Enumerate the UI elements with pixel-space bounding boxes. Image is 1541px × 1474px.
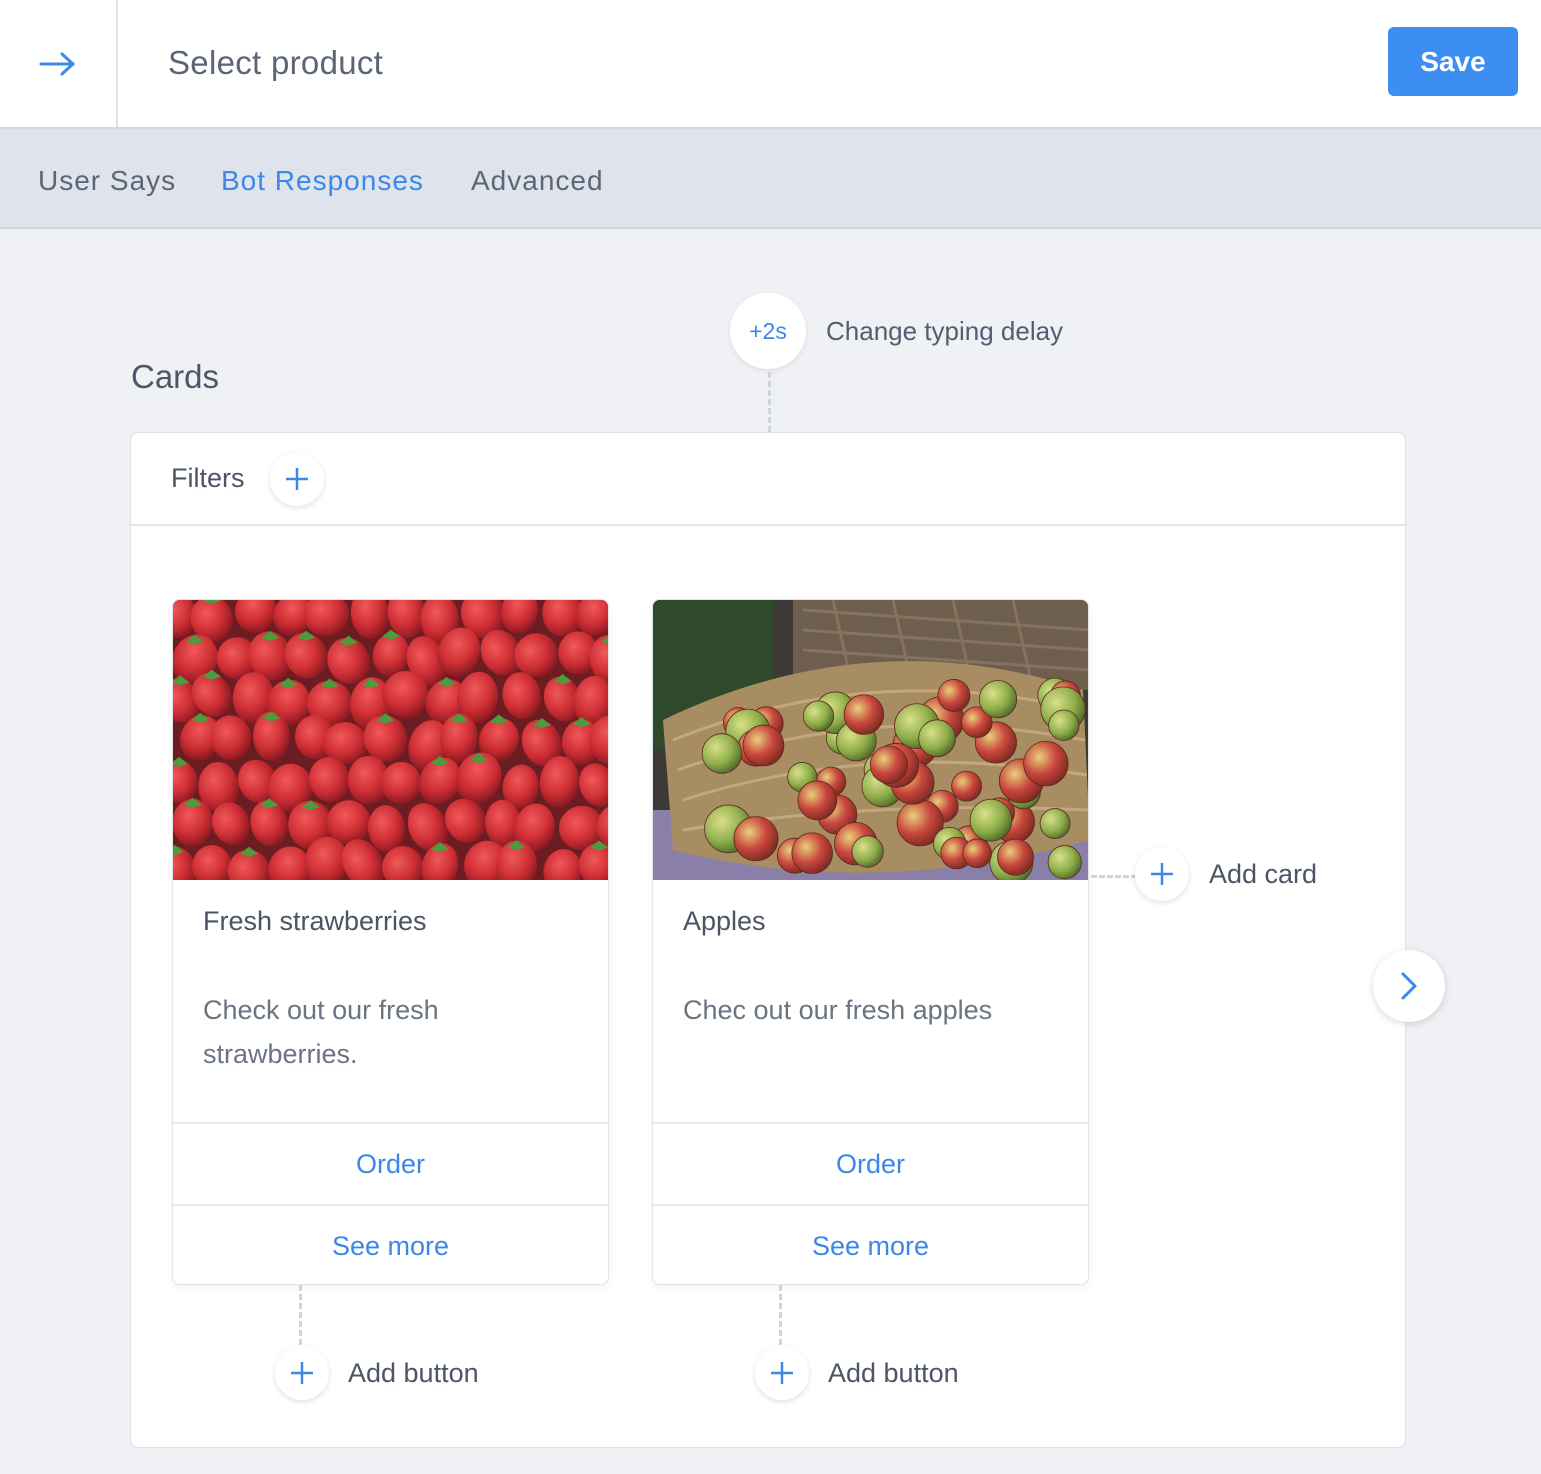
plus-icon: [1151, 863, 1173, 885]
cards-panel: Filters Fresh strawberries Check out our…: [130, 432, 1406, 1448]
chevron-right-icon: [1401, 972, 1417, 1000]
strawberries-image: [173, 600, 608, 880]
connector-line: [299, 1285, 302, 1345]
typing-delay-label[interactable]: Change typing delay: [826, 316, 1063, 347]
tab-user-says[interactable]: User Says: [38, 165, 176, 197]
add-button-label[interactable]: Add button: [348, 1358, 479, 1389]
card-button-order[interactable]: Order: [173, 1122, 608, 1204]
tab-bar: User Says Bot Responses Advanced: [0, 129, 1541, 229]
typing-delay-value: +2s: [749, 317, 787, 344]
add-card-button[interactable]: [1135, 847, 1189, 901]
add-filter-button[interactable]: [270, 452, 324, 506]
card-description[interactable]: Check out our fresh strawberries.: [203, 988, 583, 1076]
page-title: Select product: [168, 44, 384, 81]
filters-bar: Filters: [131, 433, 1405, 526]
connector-line: [779, 1285, 782, 1345]
plus-icon: [771, 1362, 793, 1384]
card-description[interactable]: Chec out our fresh apples: [683, 988, 1063, 1032]
card-strawberries[interactable]: Fresh strawberries Check out our fresh s…: [172, 599, 609, 1285]
carousel-next-button[interactable]: [1373, 950, 1445, 1022]
tab-bot-responses[interactable]: Bot Responses: [221, 165, 424, 197]
tab-advanced[interactable]: Advanced: [471, 165, 604, 197]
connector-line: [768, 372, 771, 432]
plus-icon: [291, 1362, 313, 1384]
add-button-button[interactable]: [275, 1346, 329, 1400]
save-button[interactable]: Save: [1388, 27, 1518, 96]
typing-delay-button[interactable]: +2s: [730, 293, 806, 369]
back-button[interactable]: [0, 0, 118, 127]
arrow-right-icon: [39, 52, 75, 75]
add-button-label[interactable]: Add button: [828, 1358, 959, 1389]
plus-icon: [286, 468, 308, 490]
filters-label: Filters: [171, 463, 245, 493]
section-heading: Cards: [131, 358, 220, 395]
card-title[interactable]: Fresh strawberries: [203, 906, 427, 937]
card-button-see-more[interactable]: See more: [653, 1204, 1088, 1284]
connector-line: [1091, 875, 1137, 878]
apples-image: [653, 600, 1088, 880]
card-title[interactable]: Apples: [683, 906, 766, 937]
card-apples[interactable]: Apples Chec out our fresh apples Order S…: [652, 599, 1089, 1285]
add-card-label[interactable]: Add card: [1209, 859, 1317, 890]
card-button-order[interactable]: Order: [653, 1122, 1088, 1204]
card-button-see-more[interactable]: See more: [173, 1204, 608, 1284]
add-button-button[interactable]: [755, 1346, 809, 1400]
top-header: Select product Save: [0, 0, 1541, 129]
